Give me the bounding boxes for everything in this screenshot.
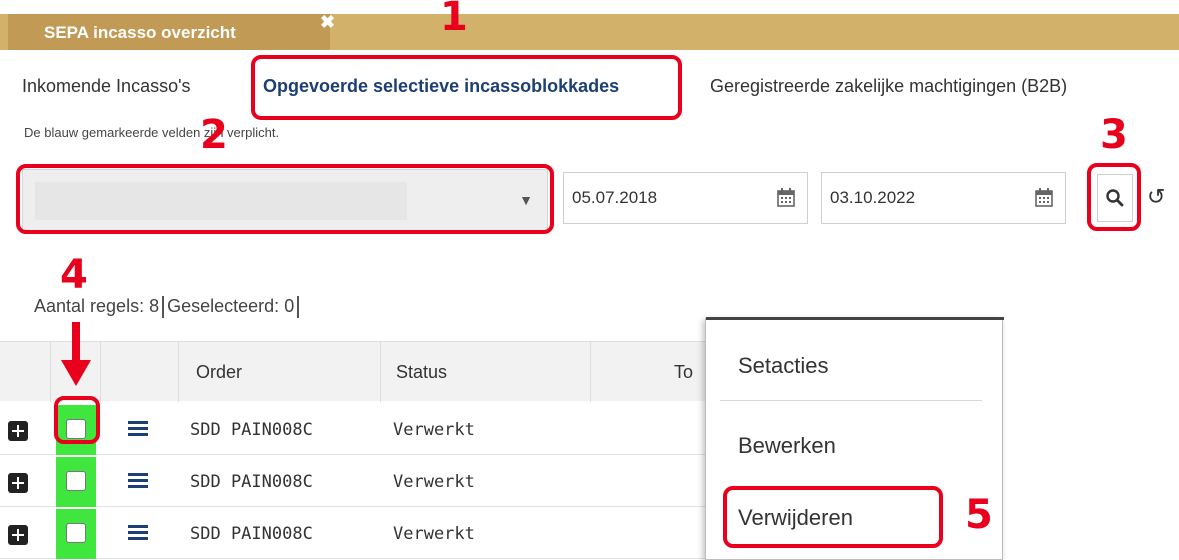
expand-plus-icon[interactable]: [8, 421, 28, 441]
calendar-icon[interactable]: [1035, 187, 1053, 207]
column-divider: [100, 342, 101, 402]
cell-order: SDD PAIN008C: [190, 420, 313, 440]
cell-status: Verwerkt: [393, 472, 475, 492]
row-menu-icon[interactable]: [128, 525, 148, 541]
annotation-box-4: [54, 396, 100, 444]
subtab-zakelijke-machtigingen[interactable]: Geregistreerde zakelijke machtigingen (B…: [710, 76, 1067, 97]
cell-status: Verwerkt: [393, 524, 475, 544]
date-to-field[interactable]: 03.10.2022: [821, 172, 1066, 224]
date-from-field[interactable]: 05.07.2018: [563, 172, 808, 224]
menu-item-bewerken[interactable]: Bewerken: [738, 433, 836, 459]
annotation-box-2: [16, 164, 554, 234]
table-row: SDD PAIN008C Verwerkt: [0, 405, 710, 455]
row-select-cell: [56, 509, 96, 559]
expand-plus-icon[interactable]: [8, 473, 28, 493]
rows-value: 8: [149, 296, 160, 316]
menu-title: Setacties: [738, 353, 829, 378]
tab-title: SEPA incasso overzicht: [44, 23, 236, 42]
top-bar: SEPA incasso overzicht ✖: [0, 12, 1179, 50]
close-icon[interactable]: ✖: [320, 12, 335, 33]
rows-label: Aantal regels:: [34, 296, 145, 316]
menu-divider: [720, 400, 982, 401]
row-checkbox[interactable]: [66, 471, 86, 491]
cell-order: SDD PAIN008C: [190, 524, 313, 544]
column-divider: [380, 342, 381, 402]
row-checkbox[interactable]: [66, 523, 86, 543]
divider: [297, 296, 300, 319]
row-menu-icon[interactable]: [128, 421, 148, 437]
annotation-number-5: 5: [965, 492, 993, 538]
column-header-to[interactable]: To: [674, 362, 693, 383]
date-from-value: 05.07.2018: [572, 188, 658, 207]
calendar-icon[interactable]: [777, 187, 795, 207]
cell-status: Verwerkt: [393, 420, 475, 440]
date-to-value: 03.10.2022: [830, 188, 916, 207]
row-count-summary: Aantal regels: 8 Geselecteerd: 0: [34, 296, 302, 319]
selected-label: Geselecteerd:: [167, 296, 280, 316]
annotation-number-4: 4: [60, 252, 88, 298]
annotation-number-1: 1: [440, 0, 468, 40]
column-header-order[interactable]: Order: [196, 362, 242, 383]
reset-icon[interactable]: ↺: [1147, 184, 1165, 210]
required-fields-hint: De blauw gemarkeerde velden zijn verplic…: [24, 125, 280, 140]
table-row: SDD PAIN008C Verwerkt: [0, 457, 710, 507]
cell-order: SDD PAIN008C: [190, 472, 313, 492]
row-menu-icon[interactable]: [128, 473, 148, 489]
annotation-arrow-head: [61, 360, 91, 386]
column-divider: [50, 342, 51, 402]
annotation-box-5: [723, 486, 943, 548]
tab-sepa-incasso-overzicht[interactable]: SEPA incasso overzicht ✖: [8, 12, 335, 50]
annotation-number-3: 3: [1100, 112, 1128, 158]
table-header: Order Status To: [0, 341, 710, 402]
column-header-status[interactable]: Status: [396, 362, 447, 383]
row-select-cell: [56, 457, 96, 507]
divider: [162, 296, 165, 319]
annotation-number-2: 2: [200, 112, 228, 158]
table-row: SDD PAIN008C Verwerkt: [0, 509, 710, 559]
annotation-box-1: [251, 55, 682, 120]
column-divider: [590, 342, 591, 402]
subtab-inkomende-incassos[interactable]: Inkomende Incasso's: [22, 76, 191, 97]
annotation-box-3: [1087, 163, 1141, 231]
selected-value: 0: [284, 296, 295, 316]
expand-plus-icon[interactable]: [8, 525, 28, 545]
column-divider: [178, 342, 179, 402]
